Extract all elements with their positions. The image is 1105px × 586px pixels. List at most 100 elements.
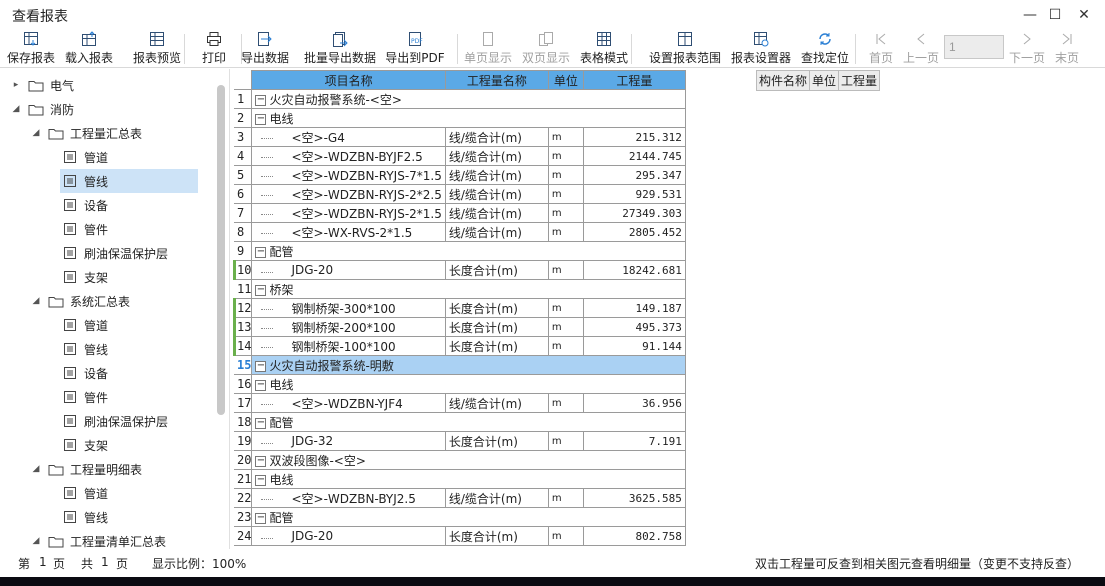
detail-header-component[interactable]: 构件名称: [755, 70, 811, 91]
toolbar-button-export-data[interactable]: 导出数据: [225, 30, 305, 68]
quantity-cell[interactable]: 295.347: [582, 165, 686, 185]
column-header-measure-name[interactable]: 工程量名称: [444, 70, 549, 90]
table-row[interactable]: 7 <空>-WDZBN-RYJS-2*1.5 线/缆合计(m) m 27349.303: [234, 203, 686, 223]
group-row-system[interactable]: − 火灾自动报警系统-<空>: [251, 89, 686, 109]
quantity-cell[interactable]: 36.956: [582, 393, 686, 413]
table-row[interactable]: 2− 电线: [234, 108, 686, 128]
tree-folder-item[interactable]: ◢ 工程量汇总表: [0, 121, 215, 145]
collapse-toggle-icon[interactable]: −: [255, 512, 267, 524]
tree-folder-item[interactable]: ◢ 系统汇总表: [0, 289, 215, 313]
group-row-system[interactable]: − 双波段图像-<空>: [251, 450, 686, 470]
chevron-right-icon[interactable]: ▸: [10, 80, 22, 90]
tree-report-item[interactable]: 管件: [0, 385, 215, 409]
table-row[interactable]: 10 JDG-20 长度合计(m) m 18242.681: [234, 260, 686, 280]
tree-report-item[interactable]: 刷油保温保护层: [0, 241, 215, 265]
tree-report-item[interactable]: 管线: [0, 337, 215, 361]
table-row[interactable]: 12 钢制桥架-300*100 长度合计(m) m 149.187: [234, 298, 686, 318]
table-row[interactable]: 19 JDG-32 长度合计(m) m 7.191: [234, 431, 686, 451]
table-row[interactable]: 16− 电线: [234, 374, 686, 394]
column-header-quantity[interactable]: 工程量: [582, 70, 686, 90]
minimize-button[interactable]: —: [1018, 3, 1042, 27]
tree-report-item[interactable]: 管道: [0, 145, 215, 169]
quantity-cell[interactable]: 27349.303: [582, 203, 686, 223]
tree-report-item[interactable]: 管道: [0, 481, 215, 505]
group-row-category[interactable]: − 配管: [251, 241, 686, 261]
table-row[interactable]: 22 <空>-WDZBN-BYJ2.5 线/缆合计(m) m 3625.585: [234, 488, 686, 508]
tree-report-item[interactable]: 管线: [0, 505, 215, 529]
quantity-cell[interactable]: 7.191: [582, 431, 686, 451]
collapse-toggle-icon[interactable]: −: [255, 246, 267, 258]
quantity-cell[interactable]: 215.312: [582, 127, 686, 147]
table-row[interactable]: 13 钢制桥架-200*100 长度合计(m) m 495.373: [234, 317, 686, 337]
tree-folder-item[interactable]: ◢ 消防: [0, 97, 215, 121]
group-row-category[interactable]: − 配管: [251, 507, 686, 527]
tree-folder-item[interactable]: ◢ 工程量清单汇总表: [0, 529, 215, 549]
detail-header-unit[interactable]: 单位: [809, 70, 840, 91]
tree-folder-item[interactable]: ▸ 电气: [0, 73, 215, 97]
collapse-toggle-icon[interactable]: −: [255, 474, 267, 486]
collapse-toggle-icon[interactable]: −: [255, 379, 267, 391]
table-row[interactable]: 11− 桥架: [234, 279, 686, 299]
quantity-cell[interactable]: 929.531: [582, 184, 686, 204]
group-row-category[interactable]: − 配管: [251, 412, 686, 432]
table-row[interactable]: 24 JDG-20 长度合计(m) m 802.758: [234, 526, 686, 546]
quantity-cell[interactable]: 149.187: [582, 298, 686, 318]
toolbar-button-batch-export[interactable]: 批量导出数据: [300, 30, 380, 68]
tree-report-item[interactable]: 支架: [0, 265, 215, 289]
quantity-cell[interactable]: 495.373: [582, 317, 686, 337]
chevron-down-icon[interactable]: ◢: [30, 464, 42, 474]
tree-report-item[interactable]: 刷油保温保护层: [0, 409, 215, 433]
tree-report-item[interactable]: 支架: [0, 433, 215, 457]
group-row-category[interactable]: − 电线: [251, 108, 686, 128]
quantity-cell[interactable]: 2805.452: [582, 222, 686, 242]
quantity-cell[interactable]: 18242.681: [582, 260, 686, 280]
table-row[interactable]: 9− 配管: [234, 241, 686, 261]
toolbar-button-pdf-export[interactable]: PDF 导出到PDF: [375, 30, 455, 68]
maximize-button[interactable]: ☐: [1043, 3, 1067, 27]
page-number-input[interactable]: [944, 35, 1004, 59]
table-row[interactable]: 17 <空>-WDZBN-YJF4 线/缆合计(m) m 36.956: [234, 393, 686, 413]
toolbar-button-report-range[interactable]: 设置报表范围: [645, 30, 725, 68]
collapse-toggle-icon[interactable]: −: [255, 360, 267, 372]
column-header-project-name[interactable]: 项目名称: [251, 70, 446, 90]
tree-scrollbar[interactable]: [217, 85, 225, 415]
table-row[interactable]: 18− 配管: [234, 412, 686, 432]
tree-report-item[interactable]: 管道: [0, 313, 215, 337]
collapse-toggle-icon[interactable]: −: [255, 417, 267, 429]
chevron-down-icon[interactable]: ◢: [30, 536, 42, 546]
column-header-unit[interactable]: 单位: [547, 70, 584, 90]
close-button[interactable]: ✕: [1072, 3, 1096, 27]
table-row[interactable]: 14 钢制桥架-100*100 长度合计(m) m 91.144: [234, 336, 686, 356]
quantity-cell[interactable]: 802.758: [582, 526, 686, 546]
quantity-cell[interactable]: 3625.585: [582, 488, 686, 508]
toolbar-button-last-page[interactable]: 末页: [1027, 30, 1105, 68]
collapse-toggle-icon[interactable]: −: [255, 284, 267, 296]
detail-header-quantity[interactable]: 工程量: [838, 70, 881, 91]
collapse-toggle-icon[interactable]: −: [255, 94, 267, 106]
toolbar-button-table-mode[interactable]: 表格模式: [564, 30, 644, 68]
table-row[interactable]: 15− 火灾自动报警系统-明敷: [234, 355, 686, 375]
table-row[interactable]: 23− 配管: [234, 507, 686, 527]
table-row[interactable]: 21− 电线: [234, 469, 686, 489]
quantity-cell[interactable]: 91.144: [582, 336, 686, 356]
chevron-down-icon[interactable]: ◢: [10, 104, 22, 114]
group-row-system[interactable]: − 火灾自动报警系统-明敷: [251, 355, 686, 375]
table-row[interactable]: 1− 火灾自动报警系统-<空>: [234, 89, 686, 109]
group-row-category[interactable]: − 电线: [251, 469, 686, 489]
group-row-category[interactable]: − 桥架: [251, 279, 686, 299]
collapse-toggle-icon[interactable]: −: [255, 455, 267, 467]
table-row[interactable]: 3 <空>-G4 线/缆合计(m) m 215.312: [234, 127, 686, 147]
table-row[interactable]: 4 <空>-WDZBN-BYJF2.5 线/缆合计(m) m 2144.745: [234, 146, 686, 166]
tree-report-item[interactable]: 管线: [60, 169, 198, 193]
group-row-category[interactable]: − 电线: [251, 374, 686, 394]
chevron-down-icon[interactable]: ◢: [30, 128, 42, 138]
quantity-cell[interactable]: 2144.745: [582, 146, 686, 166]
tree-report-item[interactable]: 设备: [0, 193, 215, 217]
table-row[interactable]: 20− 双波段图像-<空>: [234, 450, 686, 470]
tree-report-item[interactable]: 管件: [0, 217, 215, 241]
tree-folder-item[interactable]: ◢ 工程量明细表: [0, 457, 215, 481]
table-row[interactable]: 6 <空>-WDZBN-RYJS-2*2.5 线/缆合计(m) m 929.531: [234, 184, 686, 204]
chevron-down-icon[interactable]: ◢: [30, 296, 42, 306]
tree-report-item[interactable]: 设备: [0, 361, 215, 385]
table-row[interactable]: 8 <空>-WX-RVS-2*1.5 线/缆合计(m) m 2805.452: [234, 222, 686, 242]
